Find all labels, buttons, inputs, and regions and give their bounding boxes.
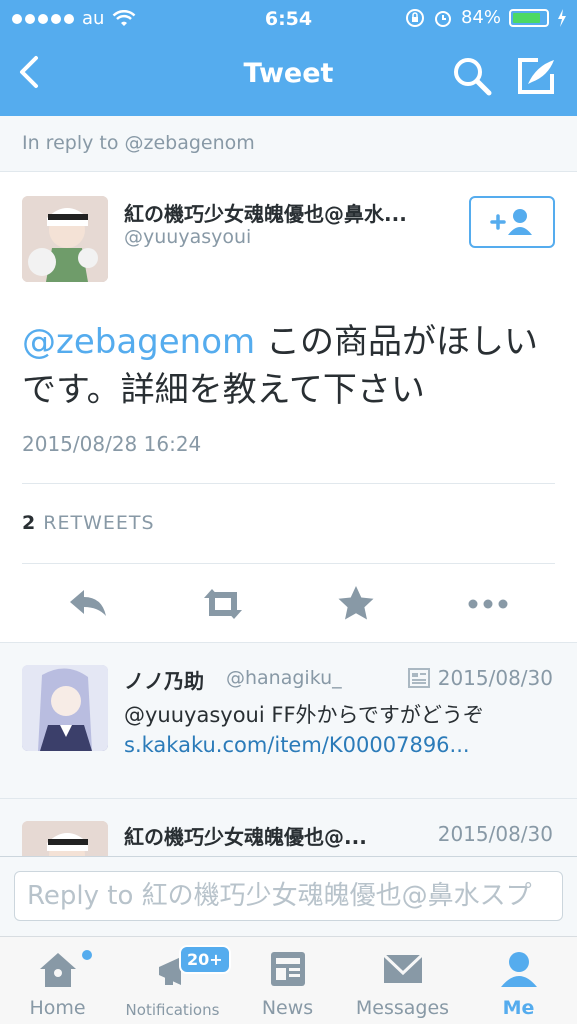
- tab-notifications[interactable]: 20+ Notifications: [115, 937, 231, 1024]
- search-icon[interactable]: [450, 54, 494, 98]
- retweet-icon[interactable]: [198, 582, 248, 626]
- reply-author-name[interactable]: 紅の機巧少女魂魄優也@...: [124, 821, 409, 850]
- retweet-count[interactable]: 2 RETWEETS: [22, 512, 155, 534]
- reply-text: @yuuyasyoui FF外からですがどうぞ: [124, 703, 484, 727]
- replies-list: ノノ乃助 @hanagiku_ 2015/08/30 @yuuyasyoui F…: [0, 642, 577, 856]
- tab-messages[interactable]: Messages: [345, 937, 460, 1024]
- tab-me[interactable]: Me: [460, 937, 577, 1024]
- mention-link[interactable]: @zebagenom: [22, 322, 255, 362]
- tweet-actions: [0, 582, 577, 626]
- follow-button[interactable]: [469, 196, 555, 248]
- tab-bar: Home 20+ Notifications News Messages Me: [0, 936, 577, 1024]
- reply-composer: [0, 856, 577, 936]
- tweet-detail: 紅の機巧少女魂魄優也@鼻水... @yuuyasyoui @zebagenom …: [0, 172, 577, 642]
- tab-label: News: [261, 997, 314, 1019]
- reply-author-name[interactable]: ノノ乃助: [124, 665, 204, 694]
- battery-icon: [509, 8, 549, 27]
- avatar[interactable]: [22, 821, 108, 856]
- charging-icon: [558, 8, 566, 27]
- compose-icon[interactable]: [514, 54, 558, 98]
- reply-date: 2015/08/30: [407, 666, 553, 690]
- messages-icon: [382, 953, 423, 983]
- me-icon: [500, 952, 537, 987]
- header: au 6:54 84% Tweet: [0, 0, 577, 116]
- divider: [22, 483, 555, 484]
- retweet-label: RETWEETS: [43, 512, 155, 534]
- reply-link[interactable]: s.kakaku.com/item/K00007896...: [124, 733, 470, 757]
- reply-author-handle[interactable]: @hanagiku_: [226, 667, 342, 689]
- author-handle[interactable]: @yuuyasyoui: [124, 226, 251, 248]
- list-item[interactable]: ノノ乃助 @hanagiku_ 2015/08/30 @yuuyasyoui F…: [0, 643, 577, 799]
- add-user-icon: [490, 209, 532, 235]
- favorite-icon[interactable]: [334, 582, 378, 626]
- status-bar: au 6:54 84%: [0, 0, 577, 38]
- reply-date-text: 2015/08/30: [437, 666, 553, 690]
- home-icon: [39, 953, 76, 987]
- tab-label: Notifications: [125, 1001, 220, 1019]
- navigation-bar: Tweet: [0, 40, 577, 116]
- reply-icon[interactable]: [66, 582, 110, 626]
- reply-input[interactable]: [14, 871, 563, 921]
- more-icon[interactable]: [466, 582, 510, 626]
- battery-percent: 84%: [460, 7, 501, 28]
- avatar[interactable]: [22, 665, 108, 751]
- tab-news[interactable]: News: [230, 937, 345, 1024]
- list-item[interactable]: 紅の機巧少女魂魄優也@... 2015/08/30: [0, 801, 577, 856]
- in-reply-to-banner[interactable]: In reply to @zebagenom: [0, 116, 577, 172]
- reply-date: 2015/08/30: [437, 822, 553, 846]
- author-name[interactable]: 紅の機巧少女魂魄優也@鼻水...: [124, 198, 454, 227]
- news-icon: [270, 952, 305, 986]
- tweet-timestamp: 2015/08/28 16:24: [22, 432, 202, 456]
- summary-card-icon: [407, 668, 430, 688]
- avatar[interactable]: [22, 196, 108, 282]
- tab-label: Home: [29, 997, 86, 1019]
- tab-label: Messages: [355, 997, 450, 1019]
- notification-badge: 20+: [179, 945, 231, 974]
- divider: [22, 563, 555, 564]
- alarm-icon: [434, 10, 451, 27]
- rotation-lock-icon: [405, 8, 424, 27]
- new-content-indicator: [82, 950, 92, 960]
- tab-label: Me: [502, 997, 535, 1019]
- retweet-number: 2: [22, 512, 37, 534]
- tab-home[interactable]: Home: [0, 937, 115, 1024]
- tweet-text: @zebagenom この商品がほしいです。詳細を教えて下さい: [22, 318, 557, 414]
